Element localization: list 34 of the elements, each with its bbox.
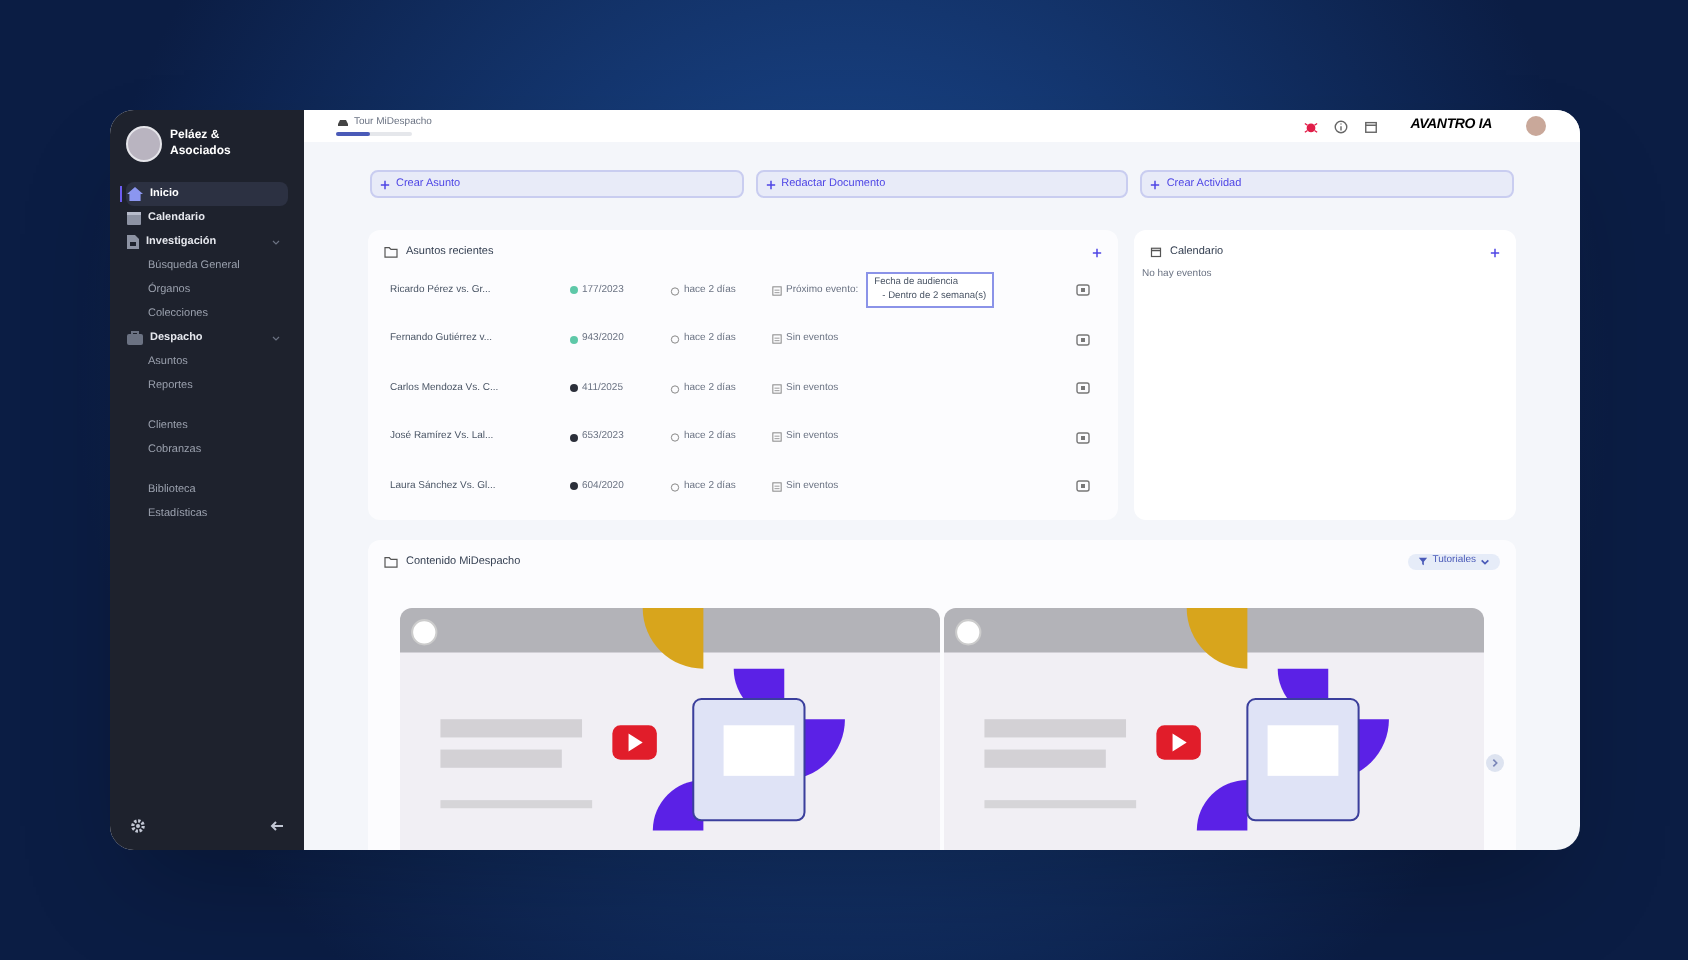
event-icon xyxy=(772,432,782,443)
info-icon[interactable] xyxy=(1334,119,1349,134)
folder-icon xyxy=(384,246,398,259)
folder-icon[interactable] xyxy=(1076,333,1090,346)
add-icon[interactable] xyxy=(1490,247,1500,258)
event-icon xyxy=(772,285,782,296)
chevron-icon[interactable] xyxy=(272,335,280,341)
arrow-left-icon[interactable] xyxy=(270,820,284,832)
firm-logo xyxy=(126,126,162,162)
settings-icon[interactable] xyxy=(130,818,146,834)
event-icon xyxy=(772,334,782,345)
folder-icon[interactable] xyxy=(1076,382,1090,395)
event-icon xyxy=(772,383,782,394)
folder-icon[interactable] xyxy=(1076,431,1090,444)
document-icon xyxy=(126,234,140,250)
calendar-icon[interactable] xyxy=(1364,119,1379,134)
briefcase-icon xyxy=(126,330,144,346)
calendar-icon xyxy=(126,210,142,226)
event-icon xyxy=(772,481,782,492)
folder-icon[interactable] xyxy=(1076,284,1090,297)
chevron-icon xyxy=(1480,557,1490,566)
chevron-icon[interactable] xyxy=(272,239,280,245)
folder-icon xyxy=(384,555,398,568)
next-button[interactable] xyxy=(1486,753,1504,772)
plus-icon xyxy=(765,179,776,190)
add-icon[interactable] xyxy=(1092,247,1102,258)
plus-icon xyxy=(1150,179,1161,190)
calendar-icon xyxy=(1150,246,1162,259)
plus-icon xyxy=(380,179,390,190)
chevron-icon xyxy=(1490,757,1500,768)
filter-icon xyxy=(1418,556,1429,567)
bug-icon[interactable] xyxy=(1304,119,1319,134)
home-icon xyxy=(126,186,144,202)
folder-icon[interactable] xyxy=(1076,480,1090,493)
